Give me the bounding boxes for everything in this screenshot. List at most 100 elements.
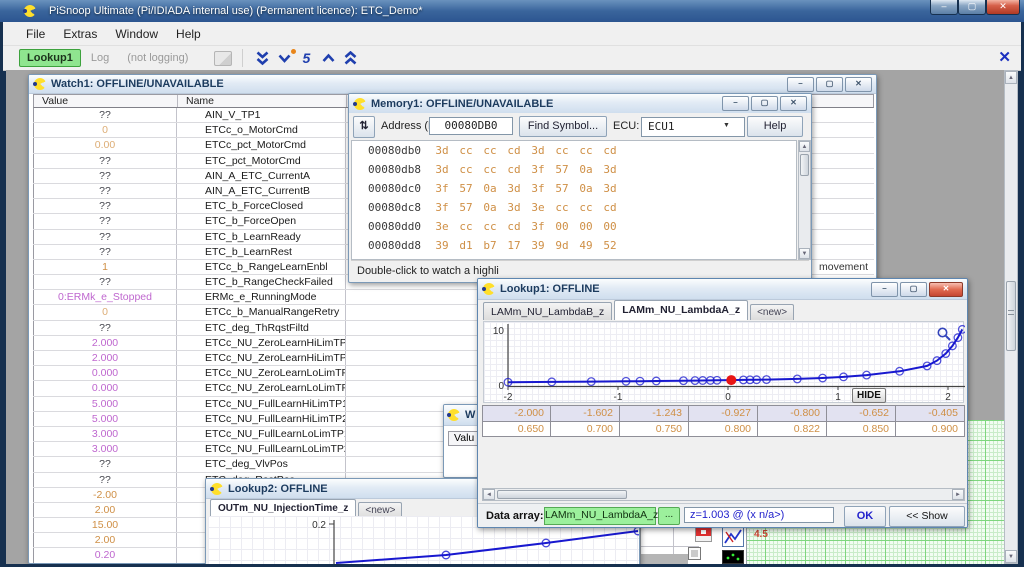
hex-byte[interactable]: cc [454,141,478,160]
ok-button[interactable]: OK [844,506,886,527]
memory1-hex-dump[interactable]: 00080db0 3d cc cc cd 3d cc cc cd 00080db8 3d cc cc cd… [351,140,797,260]
hex-byte[interactable]: cd [502,160,526,179]
watch-name-cell[interactable]: ETCc_o_MotorCmd [177,123,346,138]
watch-name-cell[interactable]: AIN_A_ETC_CurrentA [177,168,346,183]
watch-name-cell[interactable]: ETCc_NU_ZeroLearnHiLimTP1 [177,335,346,350]
address-input[interactable]: 00080DB0 [429,117,513,135]
find-symbol-button[interactable]: Find Symbol... [519,116,607,137]
hex-byte[interactable]: 3f [430,198,454,217]
memory1-maximize-icon[interactable]: ▢ [751,96,778,111]
watch-value-cell[interactable]: 0.20 [33,548,177,563]
column-header-value[interactable]: Value [34,95,178,107]
hex-byte[interactable]: cc [478,217,502,236]
watch-name-cell[interactable]: ETCc_NU_FullLearnLoLimTP2 [177,442,346,457]
magnifier-icon[interactable] [936,326,952,342]
memory1-close-icon[interactable]: ✕ [780,96,807,111]
edit-icon[interactable] [214,50,233,66]
lookup1-toolbar-button[interactable]: Lookup1 [19,49,81,67]
watch-value-cell[interactable]: 0.00 [33,138,177,153]
watch-value-cell[interactable]: 0.000 [33,381,177,396]
hex-byte[interactable]: 49 [574,236,598,255]
scroll-thumb[interactable] [1006,281,1016,351]
watch-name-cell[interactable]: ETCc_pct_MotorCmd [177,138,346,153]
watch-value-cell[interactable]: 0.000 [33,366,177,381]
hex-byte[interactable]: cd [598,198,622,217]
hex-byte[interactable]: 9d [550,236,574,255]
watch-value-cell[interactable]: ?? [33,457,177,472]
watch-name-cell[interactable]: ETCc_b_ManualRangeRetry [177,305,346,320]
hex-byte[interactable]: 3f [526,217,550,236]
lookup1-titlebar[interactable]: Lookup1: OFFLINE – ▢ ✕ [478,279,967,300]
lookup-table-cell[interactable]: -0.652 [827,405,896,421]
watch-name-cell[interactable]: ETCc_NU_ZeroLearnLoLimTP1 [177,366,346,381]
hex-byte[interactable]: 00 [598,217,622,236]
hex-row[interactable]: 00080db0 3d cc cc cd 3d cc cc cd [352,141,796,160]
memory1-titlebar[interactable]: Memory1: OFFLINE/UNAVAILABLE – ▢ ✕ [349,94,811,114]
lookup1-maximize-icon[interactable]: ▢ [900,282,927,297]
scroll-right-icon[interactable]: ► [952,489,964,500]
hex-byte[interactable]: 57 [454,198,478,217]
hex-byte[interactable]: cd [598,141,622,160]
scroll-left-icon[interactable]: ◄ [483,489,495,500]
hex-byte[interactable]: 0a [478,198,502,217]
watch-name-cell[interactable]: ETCc_b_RangeLearnEnbl [177,259,346,275]
watch-name-cell[interactable]: ETCc_NU_FullLearnHiLimTP1 [177,396,346,411]
lookup1-chart[interactable]: -2 -1 0 1 2 10 0 HIDE [483,321,965,403]
lookup-table-cell[interactable]: 0.750 [620,421,689,437]
browse-button[interactable]: ... [658,507,680,525]
hex-byte[interactable]: 57 [454,179,478,198]
hex-byte[interactable]: 3f [526,160,550,179]
hex-byte[interactable]: d1 [454,236,478,255]
menu-file[interactable]: File [17,24,54,44]
hex-row[interactable]: 00080dd8 39 d1 b7 17 39 9d 49 52 [352,236,796,255]
watch-name-cell[interactable]: ETCc_NU_ZeroLearnHiLimTP2 [177,351,346,366]
watch-value-cell[interactable]: ?? [33,214,177,229]
chart-trace-icon[interactable] [722,527,744,547]
lookup-table-cell[interactable]: 0.850 [827,421,896,437]
hex-byte[interactable]: 0a [574,160,598,179]
lookup-table-cell[interactable]: 0.822 [758,421,827,437]
memory1-scrollbar[interactable]: ▲ ▼ [798,140,811,260]
tab-lambdaa[interactable]: LAMm_NU_LambdaA_z [614,300,749,320]
watch1-minimize-icon[interactable]: – [787,77,814,92]
watch-name-cell[interactable]: ETC_b_LearnReady [177,229,346,244]
watch-value-cell[interactable]: -2.00 [33,487,177,502]
scroll-up-icon[interactable]: ▲ [799,141,810,152]
clipboard-icon[interactable]: ⇅ [353,116,375,138]
lookup1-minimize-icon[interactable]: – [871,282,898,297]
watch-value-cell[interactable]: 1 [33,259,177,275]
watch-name-cell[interactable]: ETC_b_ForceClosed [177,199,346,214]
watch-name-cell[interactable]: ETC_deg_VlvPos [177,457,346,472]
hex-byte[interactable]: 57 [550,160,574,179]
watch-value-cell[interactable]: ?? [33,153,177,168]
lookup1-breakpoint-table[interactable]: -2.000 -1.602 -1.243 -0.927 -0.800 -0.652 -0.4… [482,405,965,437]
watch-name-cell[interactable]: ETC_b_LearnRest [177,244,346,259]
hex-row[interactable]: 00080dc0 3f 57 0a 3d 3f 57 0a 3d [352,179,796,198]
watch-value-cell[interactable]: 2.000 [33,351,177,366]
watch-value-cell[interactable]: 0:ERMk_e_Stopped [33,290,177,305]
chevron-double-up-icon[interactable] [340,49,360,67]
scroll-thumb[interactable] [497,490,627,499]
step-5-icon[interactable]: 5 [291,49,316,67]
hex-row[interactable]: 00080dc8 3f 57 0a 3d 3e cc cc cd [352,198,796,217]
tab-lambdab[interactable]: LAMm_NU_LambdaB_z [483,302,613,320]
ecu-dropdown-arrow-icon[interactable]: ▼ [723,122,730,129]
hex-byte[interactable]: 3e [430,217,454,236]
hex-byte[interactable]: cc [454,160,478,179]
lookup-table-cell[interactable]: -0.405 [896,405,965,421]
watch-value-cell[interactable]: 0 [33,123,177,138]
watch-name-cell[interactable]: ETCc_NU_FullLearnHiLimTP2 [177,411,346,426]
z-readout-field[interactable]: z=1.003 @ (x n/a>) [684,507,834,523]
channel-color-icon[interactable] [695,527,712,542]
lookup-table-cell[interactable]: -0.927 [689,405,758,421]
menu-extras[interactable]: Extras [54,24,106,44]
hex-byte[interactable]: cc [574,141,598,160]
hex-byte[interactable]: cc [478,160,502,179]
channel-checkbox[interactable] [688,547,701,560]
scroll-down-icon[interactable]: ▼ [799,248,810,259]
memory1-minimize-icon[interactable]: – [722,96,749,111]
lookup1-close-icon[interactable]: ✕ [929,282,963,297]
hex-byte[interactable]: cc [550,141,574,160]
watch-value-cell[interactable]: ?? [33,199,177,214]
watch1-maximize-icon[interactable]: ▢ [816,77,843,92]
